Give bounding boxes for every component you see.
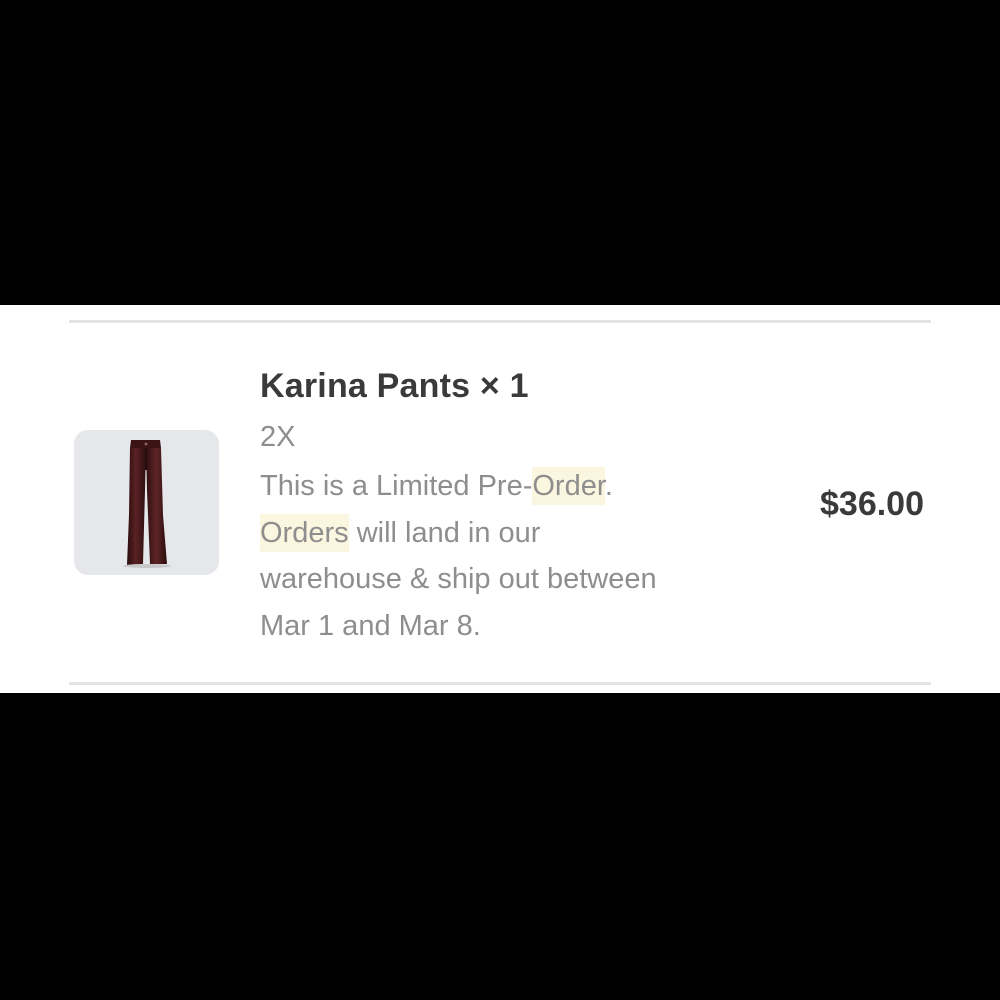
product-title: Karina Pants × 1	[260, 367, 529, 405]
variant-size: 2X	[260, 421, 296, 453]
bottom-divider	[69, 682, 931, 685]
order-line-item: Karina Pants × 1 2X This is a Limited Pr…	[0, 305, 1000, 693]
note-line-2: Orders will land in our	[260, 510, 750, 557]
product-thumbnail[interactable]	[74, 430, 219, 575]
highlighted-term: Orders	[260, 513, 349, 552]
pants-product-image	[123, 440, 171, 568]
highlighted-term: Order	[532, 467, 605, 505]
item-price: $36.00	[820, 485, 924, 523]
note-text: .	[604, 470, 613, 502]
note-line-3: warehouse & ship out between	[260, 563, 657, 595]
preorder-note: This is a Limited Pre-Order. Orders will…	[260, 463, 750, 649]
note-line-1: This is a Limited Pre-Order.	[260, 463, 750, 510]
note-text: This is a Limited Pre-	[260, 470, 533, 502]
top-divider	[69, 320, 931, 323]
note-text: will land in our	[348, 516, 541, 549]
screenshot-frame: Karina Pants × 1 2X This is a Limited Pr…	[0, 0, 1000, 1000]
note-line-4: Mar 1 and Mar 8.	[260, 609, 481, 642]
